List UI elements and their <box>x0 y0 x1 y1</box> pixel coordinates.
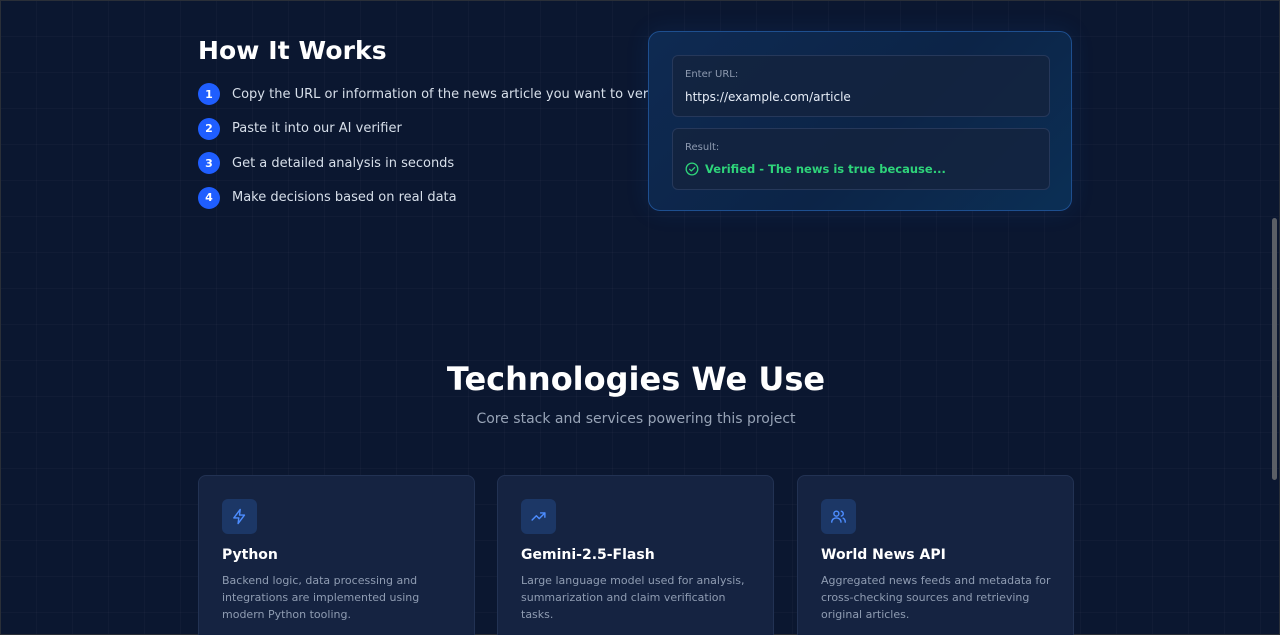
users-icon <box>821 499 856 534</box>
step-item: 1 Copy the URL or information of the new… <box>198 82 666 106</box>
tech-card-name: Python <box>222 547 278 563</box>
technologies-subtitle: Core stack and services powering this pr… <box>476 411 796 427</box>
tech-card-name: World News API <box>821 547 946 563</box>
step-number-badge: 3 <box>198 152 220 174</box>
step-number-badge: 4 <box>198 186 220 209</box>
step-text: Get a detailed analysis in seconds <box>232 155 455 171</box>
trending-up-icon <box>521 499 556 534</box>
step-text: Make decisions based on real data <box>232 190 457 205</box>
check-circle-icon <box>685 162 699 176</box>
scrollbar-thumb[interactable] <box>1272 218 1277 480</box>
result-row: Verified - The news is true because... <box>685 162 946 176</box>
tech-card-description: Large language model used for analysis, … <box>521 574 745 621</box>
tech-card-world-news-api: World News API Aggregated news feeds and… <box>797 475 1074 635</box>
url-field-label: Enter URL: <box>685 69 739 80</box>
step-item: 4 Make decisions based on real data <box>198 186 666 210</box>
tech-card-description: Aggregated news feeds and metadata for c… <box>821 574 1051 621</box>
url-field[interactable]: Enter URL: https://example.com/article <box>672 55 1050 117</box>
step-item: 2 Paste it into our AI verifier <box>198 117 666 141</box>
result-text: Verified - The news is true because... <box>705 162 946 176</box>
page-scrollbar[interactable] <box>1271 2 1278 633</box>
technologies-title: Technologies We Use <box>446 360 826 398</box>
step-number-badge: 2 <box>198 117 220 140</box>
lightning-icon <box>222 499 257 534</box>
steps-list: 1 Copy the URL or information of the new… <box>198 82 666 220</box>
result-field: Result: Verified - The news is true beca… <box>672 128 1050 190</box>
verifier-demo-card: Enter URL: https://example.com/article R… <box>648 31 1072 211</box>
tech-card-name: Gemini-2.5-Flash <box>521 547 655 563</box>
step-text: Copy the URL or information of the news … <box>232 86 667 102</box>
how-it-works-title: How It Works <box>198 36 387 65</box>
step-number-badge: 1 <box>198 83 220 105</box>
url-field-value: https://example.com/article <box>685 90 851 104</box>
step-item: 3 Get a detailed analysis in seconds <box>198 151 666 175</box>
tech-card-python: Python Backend logic, data processing an… <box>198 475 475 635</box>
tech-card-gemini: Gemini-2.5-Flash Large language model us… <box>497 475 774 635</box>
result-field-label: Result: <box>685 142 720 153</box>
step-text: Paste it into our AI verifier <box>232 121 402 136</box>
tech-card-description: Backend logic, data processing and integ… <box>222 574 420 621</box>
